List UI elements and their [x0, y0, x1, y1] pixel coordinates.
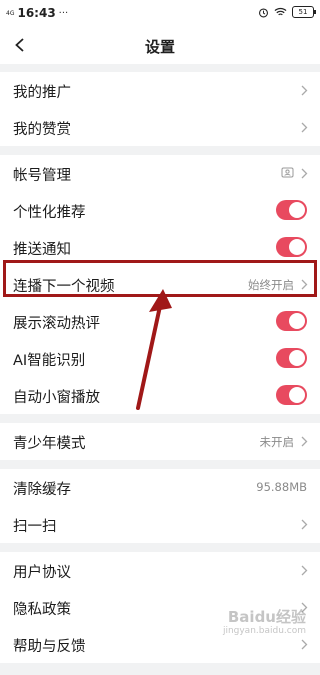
row-label: 帮助与反馈: [13, 639, 86, 655]
row-label: 清除缓存: [13, 482, 71, 498]
toggle-knob: [289, 387, 305, 403]
watermark-url: jingyan.baidu.com: [222, 626, 306, 636]
row-label: 我的推广: [13, 85, 71, 101]
scrolling-comments-toggle[interactable]: [276, 311, 307, 331]
row-label: 自动小窗播放: [13, 390, 100, 406]
settings-row-personalized-recommendation: 个性化推荐: [0, 192, 320, 229]
watermark: Baidu经验: [227, 608, 306, 626]
settings-group-general: 帐号管理 个性化推荐 推送通知 连播下一个视频 始终开启 展示滚动热评 AI智能…: [0, 155, 320, 414]
chevron-right-icon: [301, 565, 308, 576]
wifi-icon: [274, 7, 287, 16]
battery-icon: 51: [292, 6, 316, 18]
toggle-knob: [289, 313, 305, 329]
network-indicator: 4G: [6, 9, 15, 17]
settings-group-promotion: 我的推广 我的赞赏: [0, 72, 320, 146]
autoplay-next-video-value: 始终开启: [248, 278, 294, 292]
row-label: 用户协议: [13, 565, 71, 581]
clock: 16:43: [17, 6, 56, 20]
row-label: 隐私政策: [13, 602, 71, 618]
settings-row-auto-mini-player: 自动小窗播放: [0, 377, 320, 414]
push-notifications-toggle[interactable]: [276, 237, 307, 257]
chevron-right-icon: [301, 85, 308, 96]
auto-mini-player-toggle[interactable]: [276, 385, 307, 405]
status-bar: 4G 16:43 ··· 51: [0, 0, 320, 26]
row-label: 青少年模式: [13, 436, 86, 452]
settings-row-account-management[interactable]: 帐号管理: [0, 155, 320, 192]
settings-row-scrolling-comments: 展示滚动热评: [0, 303, 320, 340]
row-label: 帐号管理: [13, 168, 71, 184]
settings-row-autoplay-next-video[interactable]: 连播下一个视频 始终开启: [0, 266, 320, 303]
settings-row-user-agreement[interactable]: 用户协议: [0, 552, 320, 589]
chevron-right-icon: [301, 279, 308, 290]
row-label: AI智能识别: [13, 353, 86, 369]
alarm-icon: [259, 7, 268, 17]
chevron-right-icon: [301, 168, 308, 179]
header: 设置: [0, 26, 320, 64]
toggle-knob: [289, 350, 305, 366]
chevron-right-icon: [301, 436, 308, 447]
settings-group-teen: 青少年模式 未开启: [0, 423, 320, 460]
chevron-right-icon: [301, 122, 308, 133]
row-label: 展示滚动热评: [13, 316, 100, 332]
id-card-icon: [281, 167, 294, 178]
settings-row-scan[interactable]: 扫一扫: [0, 506, 320, 543]
toggle-knob: [289, 202, 305, 218]
notification-dots: ···: [58, 7, 69, 19]
row-label: 扫一扫: [13, 519, 57, 535]
chevron-right-icon: [301, 639, 308, 650]
settings-row-ai-recognition: AI智能识别: [0, 340, 320, 377]
settings-row-clear-cache[interactable]: 清除缓存 95.88MB: [0, 469, 320, 506]
personalized-recommendation-toggle[interactable]: [276, 200, 307, 220]
settings-row-my-promotion[interactable]: 我的推广: [0, 72, 320, 109]
toggle-knob: [289, 239, 305, 255]
settings-row-push-notifications: 推送通知: [0, 229, 320, 266]
row-label: 推送通知: [13, 242, 71, 258]
settings-row-my-rewards[interactable]: 我的赞赏: [0, 109, 320, 146]
ai-recognition-toggle[interactable]: [276, 348, 307, 368]
chevron-right-icon: [301, 519, 308, 530]
row-label: 个性化推荐: [13, 205, 86, 221]
row-label: 连播下一个视频: [13, 279, 115, 295]
settings-group-tools: 清除缓存 95.88MB 扫一扫: [0, 469, 320, 543]
cache-size-value: 95.88MB: [256, 480, 307, 494]
row-label: 我的赞赏: [13, 122, 71, 138]
teen-mode-value: 未开启: [259, 435, 295, 449]
settings-row-teen-mode[interactable]: 青少年模式 未开启: [0, 423, 320, 460]
page-title: 设置: [144, 38, 175, 56]
